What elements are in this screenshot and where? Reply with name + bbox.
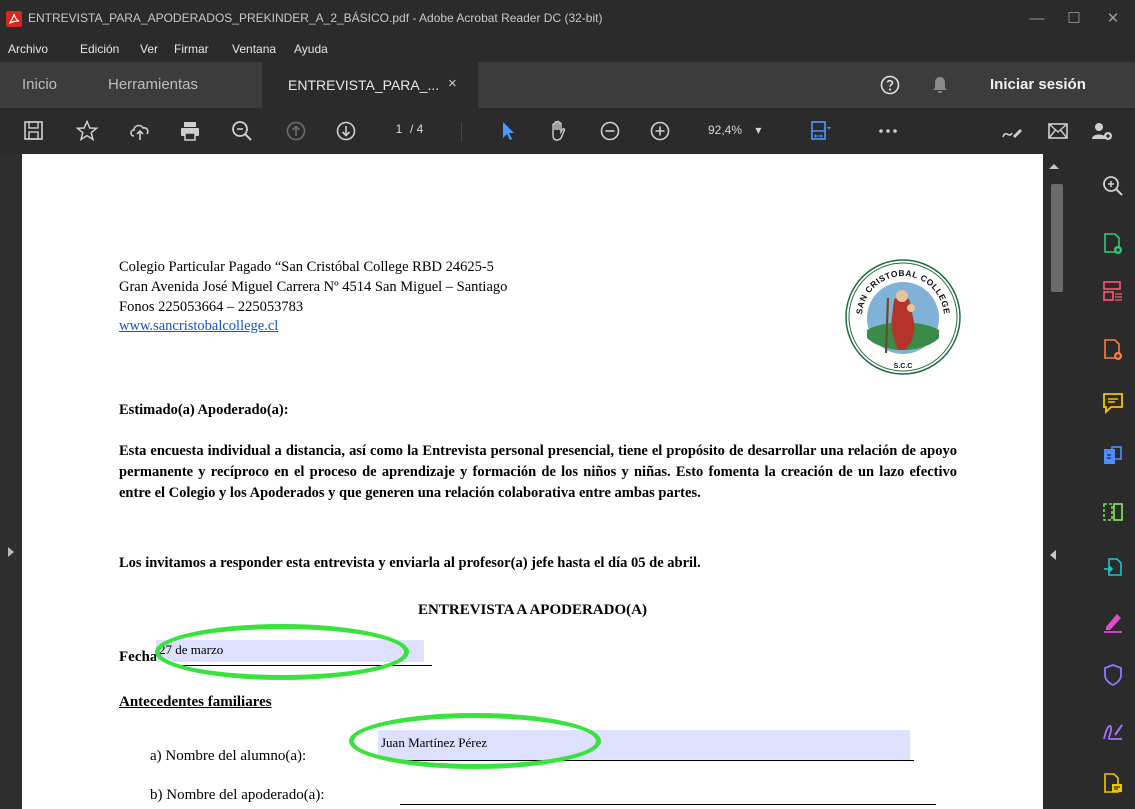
- menu-bar: Archivo Edición Ver Firmar Ventana Ayuda: [0, 38, 1135, 62]
- logo-initials: S.C.C: [894, 363, 913, 370]
- help-icon[interactable]: [880, 75, 900, 95]
- share-pdf-icon[interactable]: [1101, 555, 1125, 579]
- hand-tool-icon[interactable]: [546, 119, 570, 143]
- next-page-icon[interactable]: [334, 119, 358, 143]
- zoom-in-circle-icon[interactable]: [648, 119, 672, 143]
- highlight-ring-fecha: [155, 624, 409, 680]
- stamp-document-icon[interactable]: [1101, 772, 1125, 796]
- item-b-label: b) Nombre del apoderado(a):: [150, 787, 325, 803]
- deadline-paragraph: Los invitamos a responder esta entrevist…: [119, 555, 701, 571]
- zoom-out-magnifier-icon[interactable]: [230, 119, 254, 143]
- tab-inicio[interactable]: Inicio: [22, 76, 57, 93]
- page-fit-icon[interactable]: [808, 119, 832, 143]
- zoom-level-value: 92,4%: [708, 123, 743, 137]
- bookmark-star-icon[interactable]: [75, 119, 99, 143]
- guardian-name-underline[interactable]: [400, 804, 936, 805]
- menu-edicion[interactable]: Edición: [80, 42, 119, 56]
- menu-firmar[interactable]: Firmar: [174, 42, 209, 56]
- school-logo: SAN CRISTOBAL COLLEGE S.C.C: [845, 259, 961, 375]
- form-title: ENTREVISTA A APODERADO(A): [418, 602, 647, 618]
- school-phones: Fonos 225053664 – 225053783: [119, 299, 304, 315]
- item-a-label: a) Nombre del alumno(a):: [150, 748, 307, 764]
- export-pdf-icon[interactable]: [1101, 445, 1125, 469]
- toolbar: 1 / 4 92,4% ▾: [0, 108, 1135, 154]
- comment-icon[interactable]: [1101, 391, 1125, 415]
- close-window-button[interactable]: ✕: [1102, 8, 1124, 30]
- menu-ayuda[interactable]: Ayuda: [294, 42, 328, 56]
- fill-sign-icon[interactable]: [1101, 610, 1125, 634]
- bell-icon[interactable]: [931, 75, 949, 95]
- tab-document-label: ENTREVISTA_PARA_...: [288, 77, 440, 93]
- total-pages: / 4: [410, 122, 424, 136]
- section-title: Antecedentes familiares: [119, 694, 272, 710]
- collapse-right-panel-icon[interactable]: [1050, 550, 1056, 560]
- title-bar: ENTREVISTA_PARA_APODERADOS_PREKINDER_A_2…: [0, 0, 1135, 38]
- tab-bar: Inicio Herramientas ENTREVISTA_PARA_... …: [0, 62, 1135, 108]
- print-icon[interactable]: [178, 119, 202, 143]
- scroll-thumb[interactable]: [1051, 184, 1063, 292]
- toolbar-divider: [461, 122, 462, 142]
- menu-ventana[interactable]: Ventana: [232, 42, 276, 56]
- tools-pane: [1071, 154, 1135, 809]
- email-icon[interactable]: [1046, 119, 1070, 143]
- tab-document[interactable]: ENTREVISTA_PARA_... ×: [262, 62, 478, 108]
- highlight-ring-student: [349, 713, 601, 769]
- upload-cloud-icon[interactable]: [128, 119, 152, 143]
- organize-pages-icon[interactable]: [1101, 279, 1125, 303]
- sign-pen-icon[interactable]: [1000, 119, 1024, 143]
- current-page-input[interactable]: 1: [388, 122, 410, 136]
- request-signature-icon[interactable]: [1101, 719, 1125, 743]
- select-arrow-icon[interactable]: [496, 119, 520, 143]
- scroll-up-icon[interactable]: [1049, 164, 1059, 169]
- greeting: Estimado(a) Apoderado(a):: [119, 402, 289, 418]
- protect-shield-icon[interactable]: [1101, 663, 1125, 687]
- zoom-out-circle-icon[interactable]: [598, 119, 622, 143]
- pdf-page: Colegio Particular Pagado “San Cristóbal…: [22, 154, 1043, 809]
- tab-herramientas[interactable]: Herramientas: [108, 76, 198, 93]
- intro-paragraph: Esta encuesta individual a distancia, as…: [119, 443, 957, 501]
- more-tools-icon[interactable]: [876, 119, 900, 143]
- sign-in-button[interactable]: Iniciar sesión: [990, 76, 1086, 93]
- zoom-level-dropdown[interactable]: 92,4% ▾: [708, 123, 761, 137]
- left-panel-collapsed: [0, 154, 22, 809]
- previous-page-icon[interactable]: [284, 119, 308, 143]
- acrobat-logo-icon: [6, 11, 22, 27]
- school-address: Gran Avenida José Miguel Carrera Nº 4514…: [119, 279, 508, 295]
- window-title: ENTREVISTA_PARA_APODERADOS_PREKINDER_A_2…: [28, 11, 603, 25]
- edit-pdf-icon[interactable]: [1101, 338, 1125, 362]
- school-website-link[interactable]: www.sancristobalcollege.cl: [119, 317, 278, 336]
- menu-ver[interactable]: Ver: [140, 42, 158, 56]
- save-icon[interactable]: [22, 119, 46, 143]
- zoom-in-magnifier-icon[interactable]: [1101, 174, 1125, 198]
- maximize-button[interactable]: ☐: [1063, 8, 1085, 30]
- menu-archivo[interactable]: Archivo: [8, 42, 48, 56]
- create-pdf-icon[interactable]: [1101, 232, 1125, 256]
- add-user-icon[interactable]: [1090, 119, 1114, 143]
- school-name: Colegio Particular Pagado “San Cristóbal…: [119, 259, 494, 275]
- compress-pdf-icon[interactable]: [1101, 500, 1125, 524]
- vertical-scrollbar[interactable]: [1043, 154, 1071, 809]
- close-tab-button[interactable]: ×: [448, 75, 457, 92]
- minimize-button[interactable]: —: [1026, 8, 1048, 30]
- expand-left-panel-icon[interactable]: [8, 547, 14, 557]
